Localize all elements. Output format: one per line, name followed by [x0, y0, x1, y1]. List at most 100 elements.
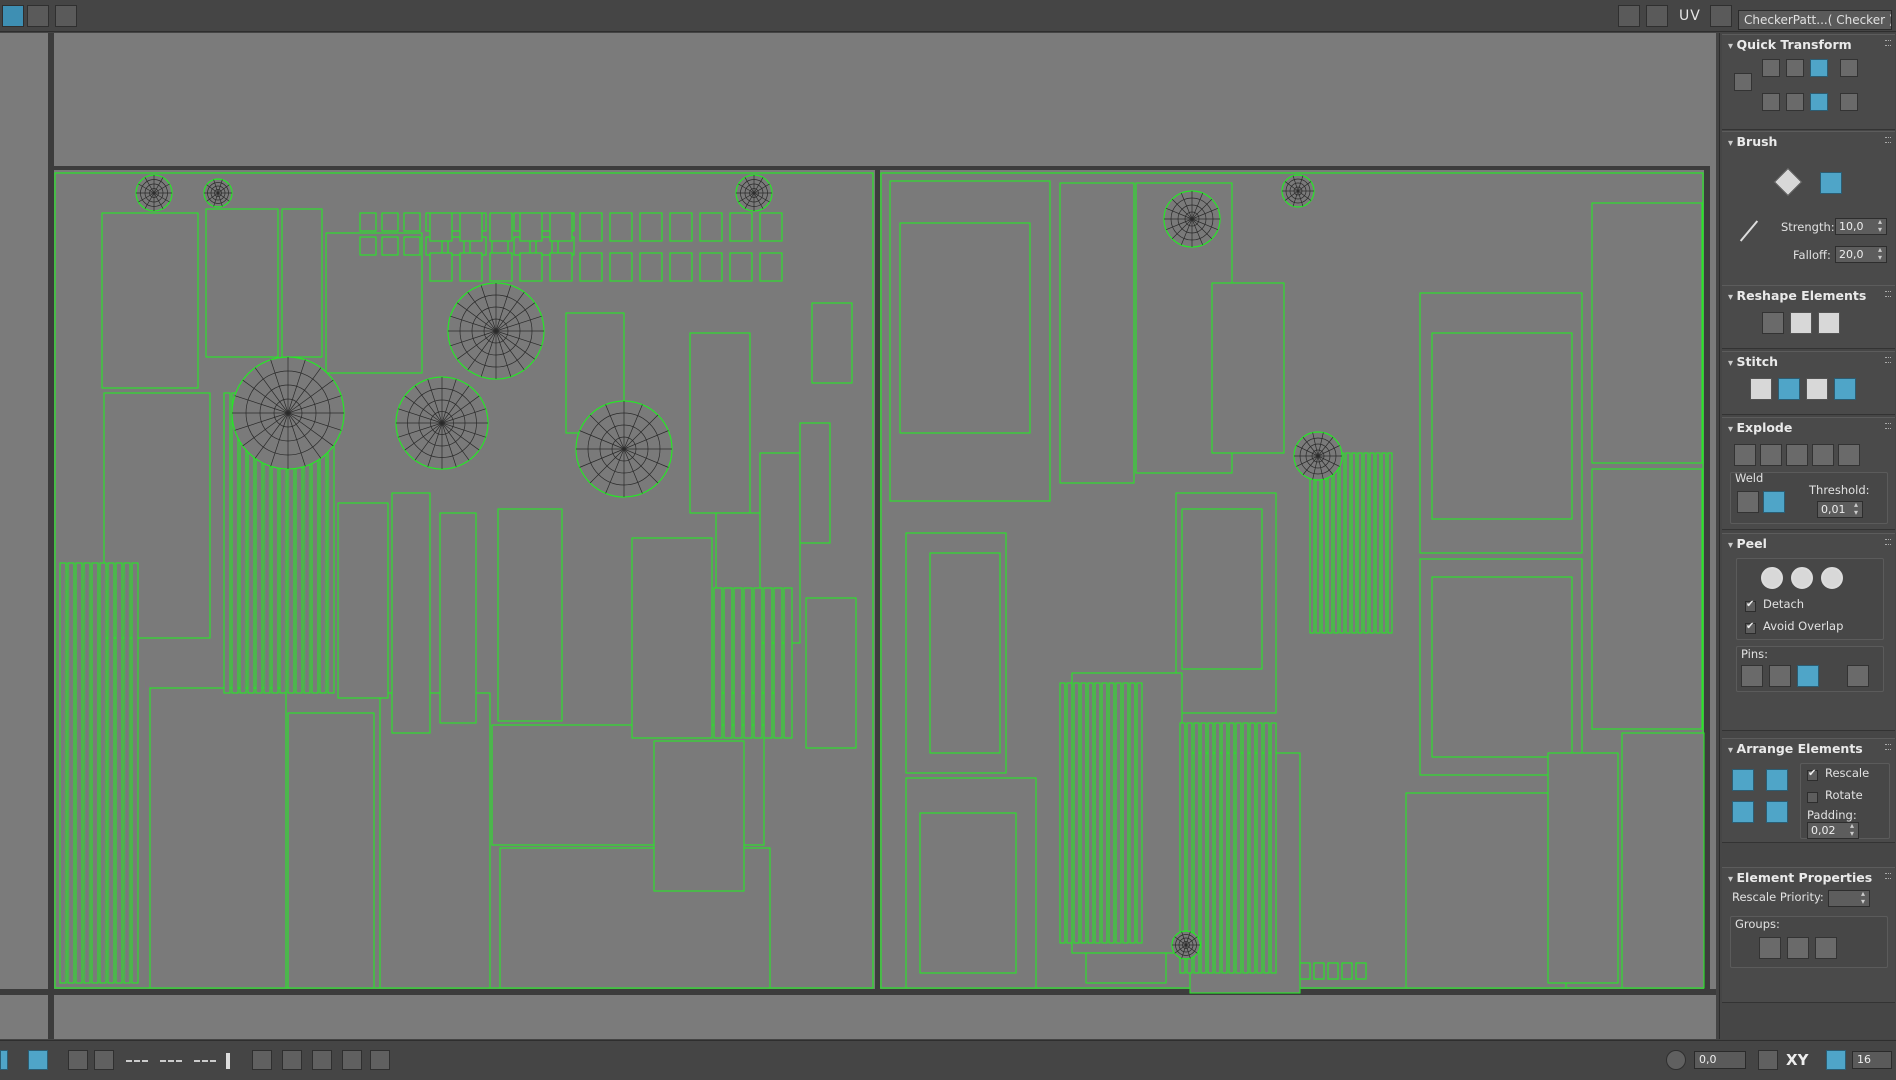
paint-brush-icon[interactable] [1773, 167, 1803, 197]
edge-select-icon[interactable] [194, 1060, 216, 1062]
rollout-pin-icon[interactable] [1885, 291, 1891, 297]
grow-selection-icon[interactable] [94, 1050, 114, 1070]
ungroup-icon[interactable] [1787, 937, 1809, 959]
peel-mode-icon[interactable] [1791, 567, 1813, 589]
show-map-icon[interactable] [27, 5, 49, 27]
pin-icon[interactable] [1741, 665, 1763, 687]
relax-brush-icon[interactable] [1820, 172, 1842, 194]
select-by-element-icon[interactable] [68, 1050, 88, 1070]
uv-space-label[interactable]: UV [1679, 8, 1701, 24]
padding-spinner[interactable]: 0,02 [1807, 822, 1859, 839]
brush-deselect-icon[interactable] [370, 1050, 390, 1070]
checker-toggle-icon[interactable] [1646, 5, 1668, 27]
mirror-icon[interactable] [55, 5, 77, 27]
brush-title[interactable]: Brush [1728, 134, 1778, 149]
rescale-label: Rescale [1825, 766, 1870, 780]
element-mode-icon[interactable] [28, 1050, 48, 1070]
reshape-elements-title[interactable]: Reshape Elements [1728, 288, 1867, 303]
stitch-to-target-icon[interactable] [1834, 378, 1856, 400]
checker-pattern-icon[interactable] [1618, 5, 1640, 27]
flatten-by-smoothing-icon[interactable] [1760, 444, 1782, 466]
rescale-checkbox[interactable] [1807, 768, 1818, 781]
line-tool-icon[interactable] [226, 1053, 230, 1069]
group-select-icon[interactable] [1759, 937, 1781, 959]
rollout-pin-icon[interactable] [1885, 137, 1891, 143]
pivot-icon[interactable] [1734, 73, 1752, 91]
stitch-title[interactable]: Stitch [1728, 354, 1779, 369]
falloff-curve-icon[interactable] [1739, 220, 1759, 242]
pack-custom-icon[interactable] [1732, 801, 1754, 823]
rollout-peel: Peel Detach Avoid Overlap Pins: [1722, 533, 1895, 731]
peel-title[interactable]: Peel [1728, 536, 1767, 551]
relax-icon[interactable] [1790, 312, 1812, 334]
avoid-overlap-checkbox[interactable] [1745, 621, 1756, 634]
select-group-icon[interactable] [1815, 937, 1837, 959]
arrange-elements-title[interactable]: Arrange Elements [1728, 741, 1863, 756]
explode-title[interactable]: Explode [1728, 420, 1793, 435]
box-map-icon[interactable] [1818, 312, 1840, 334]
weld-selected-icon[interactable] [1737, 491, 1759, 513]
strength-spinner[interactable]: 10,0 [1835, 218, 1887, 235]
rotate-checkbox[interactable] [1807, 792, 1818, 803]
detach-checkbox[interactable] [1745, 599, 1756, 612]
select-mode-icon[interactable] [2, 5, 24, 27]
auto-pin-icon[interactable] [1797, 665, 1819, 687]
ring-select-icon[interactable] [160, 1060, 182, 1062]
flatten-by-polygon-angle-icon[interactable] [1812, 444, 1834, 466]
curve-icon[interactable] [1758, 1050, 1778, 1070]
align-vertical-icon[interactable] [1786, 59, 1804, 77]
flatten-icon[interactable] [1838, 444, 1860, 466]
rollout-pin-icon[interactable] [1885, 357, 1891, 363]
brush-select-icon[interactable] [342, 1050, 362, 1070]
rollout-pin-icon[interactable] [1885, 873, 1891, 879]
unpin-icon[interactable] [1769, 665, 1791, 687]
element-properties-title[interactable]: Element Properties [1728, 870, 1873, 885]
select-pins-icon[interactable] [1847, 665, 1869, 687]
pack-together-icon[interactable] [1766, 769, 1788, 791]
groups-group: Groups: [1730, 916, 1888, 968]
flatten-by-material-icon[interactable] [1786, 444, 1808, 466]
rollout-pin-icon[interactable] [1885, 40, 1891, 46]
uv-editor-viewport[interactable] [0, 33, 1716, 1039]
rotate-ccw-icon[interactable] [1810, 59, 1828, 77]
align-horizontal-icon[interactable] [1762, 59, 1780, 77]
rotate-mode-icon[interactable] [1666, 1050, 1686, 1070]
stitch-custom-icon[interactable] [1750, 378, 1772, 400]
rollout-pin-icon[interactable] [1885, 539, 1891, 545]
align-center-icon[interactable] [1786, 93, 1804, 111]
xy-axis-label[interactable]: XY [1786, 1051, 1808, 1069]
pack-normalize-icon[interactable] [1732, 769, 1754, 791]
texture-settings-icon[interactable] [1710, 5, 1732, 27]
align-top-icon[interactable] [1762, 93, 1780, 111]
grid-size-spinner[interactable]: 16 [1852, 1051, 1892, 1069]
bottom-toolbar: 0,0 XY 16 [0, 1040, 1896, 1080]
space-vertical-icon[interactable] [1840, 93, 1858, 111]
u-value-spinner[interactable]: 0,0 [1694, 1051, 1746, 1069]
stitch-average-icon[interactable] [1806, 378, 1828, 400]
texture-dropdown[interactable]: CheckerPatt...( Checker ) [1738, 10, 1892, 30]
snap-icon[interactable] [252, 1050, 272, 1070]
weld-all-icon[interactable] [1763, 491, 1785, 513]
loop-select-icon[interactable] [126, 1060, 148, 1062]
break-icon[interactable] [1734, 444, 1756, 466]
reset-peel-icon[interactable] [1821, 567, 1843, 589]
avoid-overlap-label: Avoid Overlap [1763, 619, 1844, 633]
freeform-mode-icon[interactable] [0, 1050, 8, 1070]
space-horizontal-icon[interactable] [1840, 59, 1858, 77]
rollout-pin-icon[interactable] [1885, 744, 1891, 750]
align-edge-icon[interactable] [282, 1050, 302, 1070]
grid-snap-icon[interactable] [1826, 1050, 1846, 1070]
stitch-to-source-icon[interactable] [1778, 378, 1800, 400]
paint-select-icon[interactable] [312, 1050, 332, 1070]
rotate-cw-icon[interactable] [1810, 93, 1828, 111]
rollout-pin-icon[interactable] [1885, 423, 1891, 429]
quick-transform-title[interactable]: Quick Transform [1728, 37, 1852, 52]
pack-group-icon[interactable] [1766, 801, 1788, 823]
threshold-spinner[interactable]: 0,01 [1817, 501, 1863, 518]
quick-peel-icon[interactable] [1761, 567, 1783, 589]
falloff-spinner[interactable]: 20,0 [1835, 246, 1887, 263]
rescale-priority-spinner[interactable] [1828, 890, 1870, 907]
straighten-icon[interactable] [1762, 312, 1784, 334]
weld-label: Weld [1735, 471, 1764, 485]
rollout-stitch: Stitch [1722, 351, 1895, 415]
